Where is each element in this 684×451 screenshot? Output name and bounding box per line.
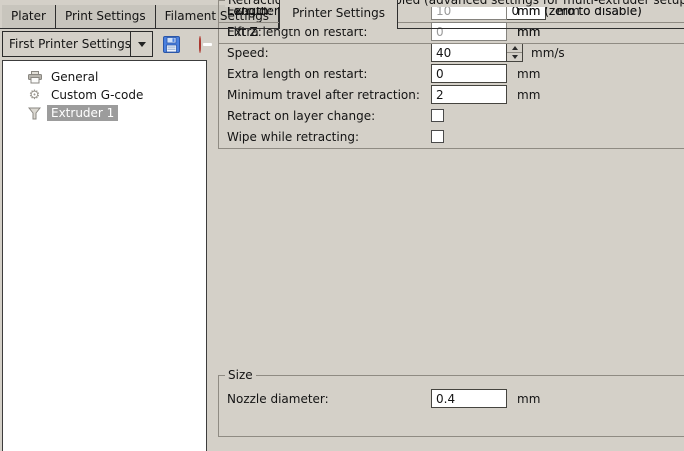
setting-label: Wipe while retracting: <box>227 130 431 144</box>
arrow-up-icon <box>512 46 518 50</box>
chevron-down-icon[interactable] <box>130 32 152 56</box>
printer-preset-value: First Printer Settings <box>3 32 130 56</box>
extra-length-on-restart-input <box>431 22 507 41</box>
tab-plater[interactable]: Plater <box>2 5 56 29</box>
funnel-icon <box>27 106 42 120</box>
sidebar-item-extruder-1[interactable]: Extruder 1 <box>3 104 206 122</box>
settings-tree: General ⚙ Custom G-code Extruder 1 <box>2 60 207 451</box>
delete-preset-button[interactable] <box>190 35 209 54</box>
delete-preset-icon <box>199 36 201 53</box>
sidebar-item-label: Extruder 1 <box>47 105 118 121</box>
setting-row-wipe-while-retracting: Wipe while retracting: <box>227 127 684 146</box>
wipe-while-retracting-checkbox[interactable] <box>431 130 444 143</box>
setting-label: Speed: <box>227 46 431 60</box>
setting-label: Extra length on restart: <box>227 67 431 81</box>
group-title: Size <box>225 368 256 382</box>
spin-down-button[interactable] <box>507 52 522 61</box>
save-icon <box>162 35 181 54</box>
unit-label: mm <box>517 392 540 406</box>
setting-row-retract-on-layer-change: Retract on layer change: <box>227 106 684 125</box>
gear-icon: ⚙ <box>27 88 42 102</box>
speed-input[interactable] <box>431 43 507 62</box>
setting-label: Minimum travel after retraction: <box>227 88 431 102</box>
spinner-control <box>507 43 523 62</box>
sidebar-item-custom-g-code[interactable]: ⚙ Custom G-code <box>3 86 206 104</box>
setting-label: Retract on layer change: <box>227 109 431 123</box>
arrow-down-icon <box>512 55 518 59</box>
unit-label: mm <box>517 88 540 102</box>
printer-icon <box>27 70 42 84</box>
setting-row-speed: Speed: mm/s <box>227 43 684 62</box>
group-size: SizeNozzle diameter:mm <box>218 375 684 437</box>
setting-label: Nozzle diameter: <box>227 392 431 406</box>
spin-up-button[interactable] <box>507 44 522 52</box>
unit-label: mm <box>517 25 540 39</box>
nozzle-diameter-input[interactable] <box>431 389 507 408</box>
unit-label: mm <box>517 67 540 81</box>
sidebar-item-general[interactable]: General <box>3 68 206 86</box>
sidebar-item-label: Custom G-code <box>47 87 147 103</box>
setting-row-nozzle-diameter: Nozzle diameter: mm <box>227 389 684 408</box>
unit-label: mm/s <box>531 46 565 60</box>
printer-preset-select[interactable]: First Printer Settings <box>2 31 153 57</box>
extra-length-on-restart-input[interactable] <box>431 64 507 83</box>
sidebar-item-label: General <box>47 69 102 85</box>
tab-printer-settings[interactable]: Printer Settings <box>279 0 398 29</box>
retract-on-layer-change-checkbox[interactable] <box>431 109 444 122</box>
setting-row-minimum-travel-after-retraction: Minimum travel after retraction: mm <box>227 85 684 104</box>
minimum-travel-after-retraction-input[interactable] <box>431 85 507 104</box>
tab-print-settings[interactable]: Print Settings <box>56 5 156 29</box>
save-preset-button[interactable] <box>162 35 181 54</box>
setting-row-extra-length-on-restart: Extra length on restart: mm <box>227 64 684 83</box>
